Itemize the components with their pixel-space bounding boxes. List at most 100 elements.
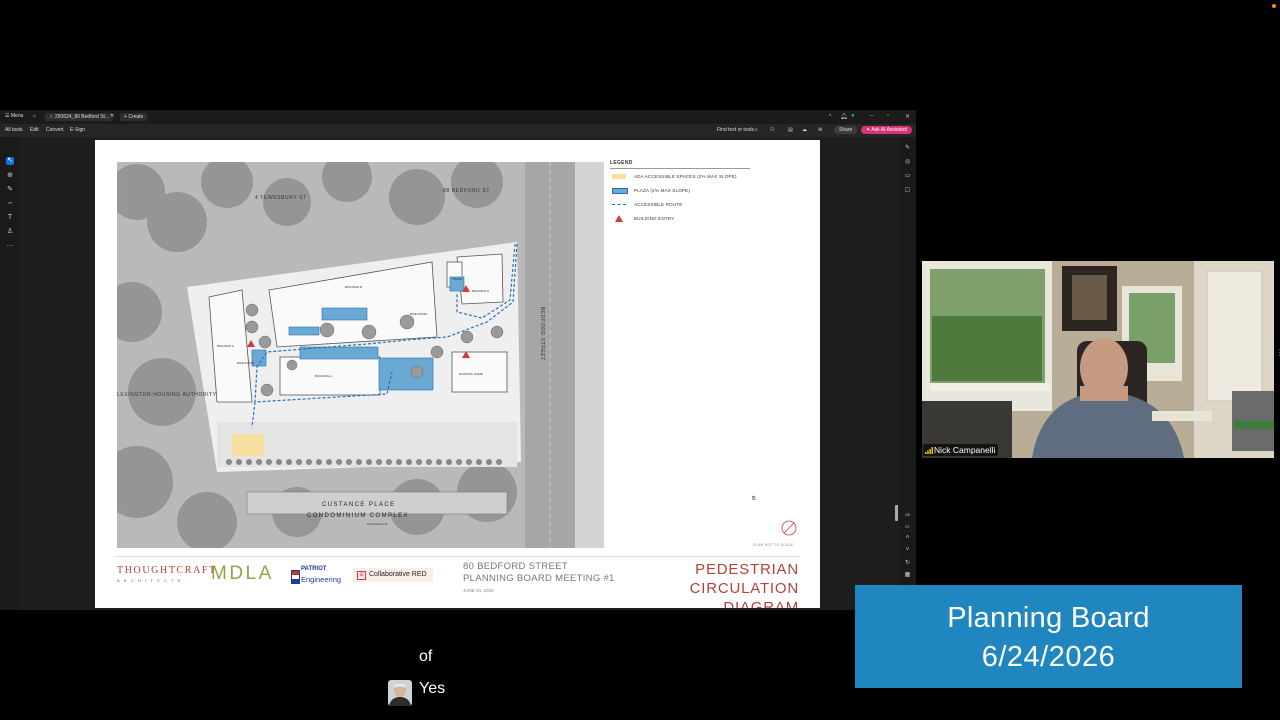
legend-item-route: ACCESSIBLE ROUTE	[610, 201, 750, 215]
draw-tool-icon[interactable]: ∽	[6, 200, 14, 208]
menu-button[interactable]: ☰ Menu	[5, 113, 23, 119]
title-bar: ☰ Menu ⌂ ☆ 250624_80 Bedford St... ✕ + C…	[0, 110, 916, 124]
more-tools-icon[interactable]: …	[6, 241, 14, 249]
help-icon[interactable]: ◔	[828, 113, 832, 119]
home-icon[interactable]: ⌂	[33, 113, 36, 119]
chevron-up-icon[interactable]: ˄	[904, 535, 911, 542]
resize-handle-icon[interactable]: ⋮	[1276, 348, 1280, 358]
select-tool-icon[interactable]: ↖	[6, 157, 14, 165]
plaza-swatch-icon	[612, 188, 628, 194]
collaborative-mark-icon: ⊞	[357, 571, 366, 580]
participant-name-tag: Nick Campanelli	[923, 444, 999, 456]
save-icon[interactable]: ▦	[904, 572, 911, 579]
label-88-bedford: 88 BEDFORD ST	[443, 188, 490, 194]
route-dash-icon	[612, 204, 626, 205]
search-icon[interactable]: ⌕	[755, 127, 758, 133]
address-line: 80 BEDFORD STREET	[463, 561, 568, 572]
recording-indicator-icon	[1272, 4, 1276, 8]
document-date: JUNE 24, 2025	[463, 588, 494, 593]
legend-item-plaza: PLAZA (2% MAX SLOPE)	[610, 187, 750, 201]
ai-assistant-button[interactable]: ✦ Ask AI Assistant	[861, 126, 912, 134]
label-bedford-street: BEDFORD STREET	[539, 307, 545, 361]
label-building-c: BUILDING C	[217, 344, 235, 348]
ada-swatch-icon	[612, 174, 626, 179]
label-condominium-complex: CONDOMINIUM COMPLEX	[307, 513, 409, 519]
patriot-logo-bottom: Engineering	[301, 575, 342, 584]
legend-title: LEGEND	[610, 160, 750, 169]
create-button[interactable]: + Create	[120, 113, 148, 121]
legend-item-entry: BUILDING ENTRY	[610, 215, 750, 229]
stamp-tool-icon[interactable]: ♙	[6, 228, 14, 236]
share-button[interactable]: Share	[834, 126, 858, 134]
vertical-scrollbar[interactable]	[895, 140, 898, 610]
label-building-b: BUILDING B	[345, 285, 362, 289]
entry-triangle-icon	[615, 215, 623, 222]
esign-menu[interactable]: E-Sign	[70, 127, 85, 133]
top-toolbar: All tools Edit Convert E-Sign Find text …	[0, 124, 916, 137]
print-icon[interactable]: ▤	[788, 127, 793, 133]
patriot-engineering-logo: PATRIOT Engineering	[291, 566, 343, 588]
pages-icon[interactable]: ▢	[904, 187, 911, 194]
flag-icon	[291, 570, 300, 584]
all-tools-menu[interactable]: All tools	[5, 127, 23, 133]
profile-icon[interactable]: ●	[851, 113, 855, 119]
document-tab-label: 250624_80 Bedford St...	[54, 114, 110, 120]
footer-divider	[115, 556, 800, 557]
legend-label: PLAZA (2% MAX SLOPE)	[634, 188, 691, 193]
north-arrow-icon	[781, 520, 797, 536]
document-tab[interactable]: ☆ 250624_80 Bedford St...	[45, 113, 114, 121]
bookmark-icon[interactable]: ◎	[904, 159, 911, 166]
meeting-line: PLANNING BOARD MEETING #1	[463, 573, 615, 584]
attachments-icon[interactable]: ▭	[904, 173, 911, 180]
label-tewksbury: 4 TEWKSBURY ST	[255, 195, 307, 201]
upload-icon[interactable]: ☁	[802, 127, 807, 133]
edit-menu[interactable]: Edit	[30, 127, 39, 133]
legend-item-ada: ADA ACCESSIBLE SPACES (2% MAX SLOPE)	[610, 173, 750, 187]
page-total: 27	[905, 524, 910, 529]
patriot-logo-top: PATRIOT	[301, 566, 327, 572]
sheet-title: PEDESTRIAN CIRCULATION DIAGRAM	[615, 560, 799, 608]
notifications-icon[interactable]: 🔔︎	[840, 113, 848, 120]
more-options-icon[interactable]: ⊜	[818, 127, 822, 133]
label-housing-authority: LEXINGTON HOUSING AUTHORITY	[117, 392, 217, 398]
text-tool-icon[interactable]: T	[6, 214, 14, 222]
minimize-icon[interactable]: –	[870, 113, 873, 119]
label-bike-room: BIKE ROOM	[410, 312, 428, 316]
label-custance-number: 16 Custance Pl	[367, 522, 388, 526]
page-number[interactable]: 28	[904, 511, 911, 518]
mdla-logo: MDLA	[211, 563, 274, 584]
close-window-icon[interactable]: ✕	[905, 113, 910, 120]
find-tools-input[interactable]: Find text or tools	[717, 127, 754, 133]
zoom-tool-icon[interactable]: ⊕	[6, 172, 14, 180]
chevron-down-icon[interactable]: ˅	[904, 547, 911, 554]
participant-video-feed	[922, 261, 1274, 458]
participant-video-tile[interactable]: Nick Campanelli	[922, 261, 1274, 458]
meeting-banner: Planning Board 6/24/2026	[855, 585, 1242, 688]
banner-date: 6/24/2026	[981, 641, 1116, 673]
speaker-avatar	[388, 680, 412, 706]
thoughtcraft-subtitle: ARCHITECTS	[117, 578, 185, 583]
right-tool-rail: ✎ ◎ ▭ ▢ 28 27 ˄ ˅ ↻ ▦ ⊕ ⊖	[899, 137, 916, 610]
legend-label: ACCESSIBLE ROUTE	[634, 202, 683, 207]
signal-strength-icon	[925, 447, 933, 454]
collaborative-logo-text: Collaborative RED	[369, 571, 427, 578]
label-trash: TRASH	[452, 277, 462, 281]
project-address: 80 BEDFORD STREET PLANNING BOARD MEETING…	[463, 561, 615, 585]
label-existing-home: EXISTING HOME	[459, 372, 483, 376]
caption-line: of	[419, 648, 433, 665]
pen-tool-icon[interactable]: ✎	[6, 186, 14, 194]
plan-legend: LEGEND ADA ACCESSIBLE SPACES (2% MAX SLO…	[610, 160, 750, 229]
convert-menu[interactable]: Convert	[46, 127, 64, 133]
maximize-icon[interactable]: ▫	[887, 113, 889, 119]
legend-label: ADA ACCESSIBLE SPACES (2% MAX SLOPE)	[634, 174, 737, 179]
participant-name: Nick Campanelli	[934, 445, 996, 455]
not-to-scale-note: PLAN NOT TO SCALE	[753, 543, 794, 547]
legend-label: BUILDING ENTRY	[634, 216, 675, 221]
close-tab-icon[interactable]: ✕	[110, 113, 114, 119]
comment-icon[interactable]: ✎	[904, 145, 911, 152]
scrollbar-thumb[interactable]	[895, 505, 898, 521]
ai-tools-icon[interactable]: ⚇	[770, 127, 774, 133]
refresh-icon[interactable]: ↻	[904, 560, 911, 567]
pdf-page: 4 TEWKSBURY ST 88 BEDFORD ST BEDFORD STR…	[95, 140, 820, 608]
banner-title: Planning Board	[947, 602, 1150, 634]
